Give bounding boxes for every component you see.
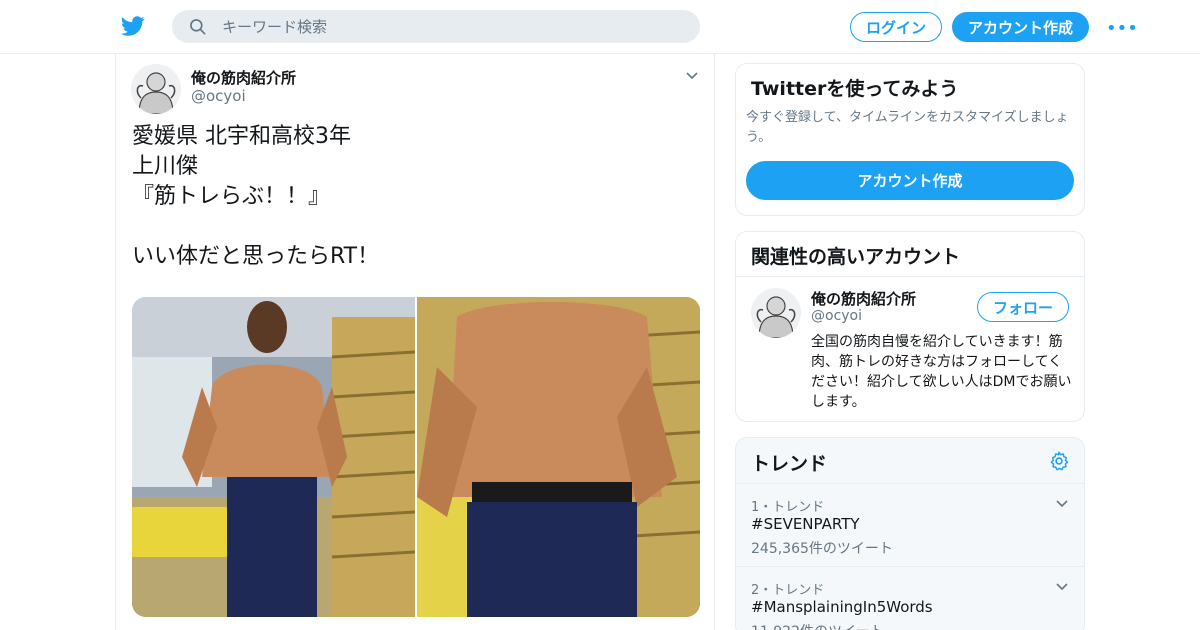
related-account-name[interactable]: 俺の筋肉紹介所 [811, 288, 916, 309]
avatar-illustration [751, 288, 801, 338]
chevron-down-icon[interactable] [1054, 496, 1070, 512]
trend-tweet-count: 11,922件のツイート [751, 621, 884, 630]
trend-item[interactable]: 2・トレンド #MansplainingIn5Words 11,922件のツイー… [736, 567, 1084, 630]
chevron-down-icon[interactable] [1054, 579, 1070, 595]
trend-rank: 2・トレンド [751, 583, 825, 598]
trends-card: トレンド 1・トレンド #SEVENPARTY 245,365件のツイート 2・… [735, 437, 1085, 630]
photo-illustration [132, 297, 415, 617]
trend-item[interactable]: 1・トレンド #SEVENPARTY 245,365件のツイート [736, 484, 1084, 567]
related-account-handle[interactable]: @ocyoi [811, 308, 862, 324]
tweet-text: 愛媛県 北宇和高校3年 上川傑 『筋トレらぶ！！』 いい体だと思ったらRT！ [132, 124, 380, 269]
search-input[interactable] [222, 10, 682, 43]
login-button[interactable]: ログイン [850, 12, 942, 42]
related-accounts-card: 関連性の高いアカウント 俺の筋肉紹介所 @ocyoi フォロー 全国の筋肉自慢を… [735, 231, 1085, 422]
trends-title: トレンド [751, 453, 828, 475]
trend-name[interactable]: #SEVENPARTY [751, 515, 860, 533]
gear-icon[interactable] [1048, 450, 1070, 472]
tweet-author-handle[interactable]: @ocyoi [191, 87, 246, 105]
trend-name[interactable]: #MansplainingIn5Words [751, 598, 933, 616]
avatar-illustration [131, 64, 181, 114]
tweet-author-name[interactable]: 俺の筋肉紹介所 [191, 67, 296, 88]
twitter-bird-icon[interactable] [120, 14, 146, 38]
tweet-photo-2[interactable] [417, 297, 700, 617]
promo-description: 今すぐ登録して、タイムラインをカスタマイズしましょう。 [746, 110, 1069, 145]
divider [736, 276, 1084, 277]
trend-tweet-count: 245,365件のツイート [751, 541, 893, 557]
signup-promo-card: Twitterを使ってみよう 今すぐ登録して、タイムラインをカスタマイズしましょ… [735, 63, 1085, 216]
promo-title: Twitterを使ってみよう [751, 78, 959, 100]
signup-button[interactable]: アカウント作成 [952, 12, 1089, 42]
avatar[interactable] [751, 288, 801, 338]
more-options-icon[interactable]: ••• [1106, 18, 1138, 39]
tweet-media[interactable] [132, 297, 700, 617]
search-bar[interactable] [172, 10, 700, 43]
avatar[interactable] [131, 64, 181, 114]
tweet-card: 俺の筋肉紹介所 @ocyoi 愛媛県 北宇和高校3年 上川傑 『筋トレらぶ！！』… [115, 54, 715, 630]
follow-button[interactable]: フォロー [977, 292, 1069, 322]
related-account-bio: 全国の筋肉自慢を紹介していきます！筋肉、筋トレの好きな方はフォローしてください！… [811, 334, 1072, 410]
search-icon [190, 19, 206, 35]
related-title: 関連性の高いアカウント [751, 246, 961, 268]
chevron-down-icon[interactable] [684, 68, 700, 84]
signup-cta-button[interactable]: アカウント作成 [746, 161, 1074, 200]
trend-rank: 1・トレンド [751, 500, 825, 515]
top-navigation-bar: ログイン アカウント作成 ••• [0, 0, 1200, 54]
tweet-photo-1[interactable] [132, 297, 415, 617]
photo-illustration [417, 297, 700, 617]
